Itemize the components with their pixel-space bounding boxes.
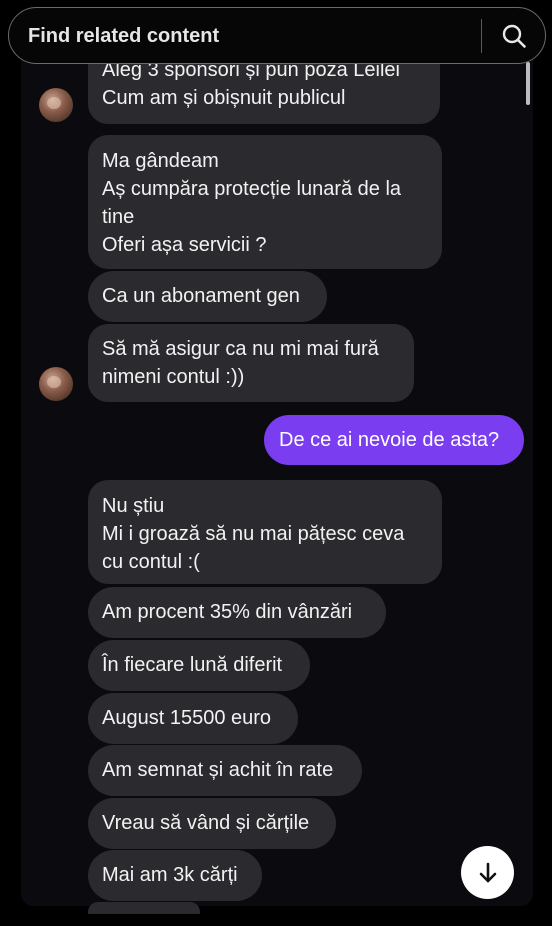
message-bubble-incoming: Nu știu Mi i groază să nu mai pățesc cev… (88, 480, 442, 584)
message-bubble-incoming: În fiecare lună diferit (88, 640, 310, 691)
partial-message-bubble (88, 902, 200, 914)
search-input[interactable]: Find related content (28, 25, 219, 48)
message-bubble-incoming: Să mă asigur ca nu mi mai fură nimeni co… (88, 324, 414, 402)
message-bubble-incoming: Ma gândeam Aș cumpăra protecție lunară d… (88, 135, 442, 269)
avatar[interactable] (39, 88, 73, 122)
message-bubble-outgoing: De ce ai nevoie de asta? (264, 415, 524, 465)
message-bubble-incoming: Am semnat și achit în rate (88, 745, 362, 796)
scrollbar-thumb[interactable] (526, 62, 530, 105)
message-bubble-incoming: Am procent 35% din vânzări (88, 587, 386, 638)
message-bubble-incoming: Mai am 3k cărți (88, 850, 262, 901)
arrow-down-icon (475, 860, 501, 886)
search-button[interactable] (489, 12, 539, 60)
app-frame: Aleg 3 sponsori și pun poză Leilei Cum a… (0, 0, 552, 926)
search-bar[interactable]: Find related content (8, 7, 546, 64)
search-icon (501, 23, 527, 49)
message-bubble-incoming: August 15500 euro (88, 693, 298, 744)
avatar[interactable] (39, 367, 73, 401)
scroll-to-bottom-button[interactable] (461, 846, 514, 899)
message-bubble-incoming: Vreau să vând și cărțile (88, 798, 336, 849)
chat-thread[interactable]: Aleg 3 sponsori și pun poză Leilei Cum a… (21, 18, 533, 906)
search-divider (481, 19, 482, 53)
message-bubble-incoming: Ca un abonament gen (88, 271, 327, 322)
